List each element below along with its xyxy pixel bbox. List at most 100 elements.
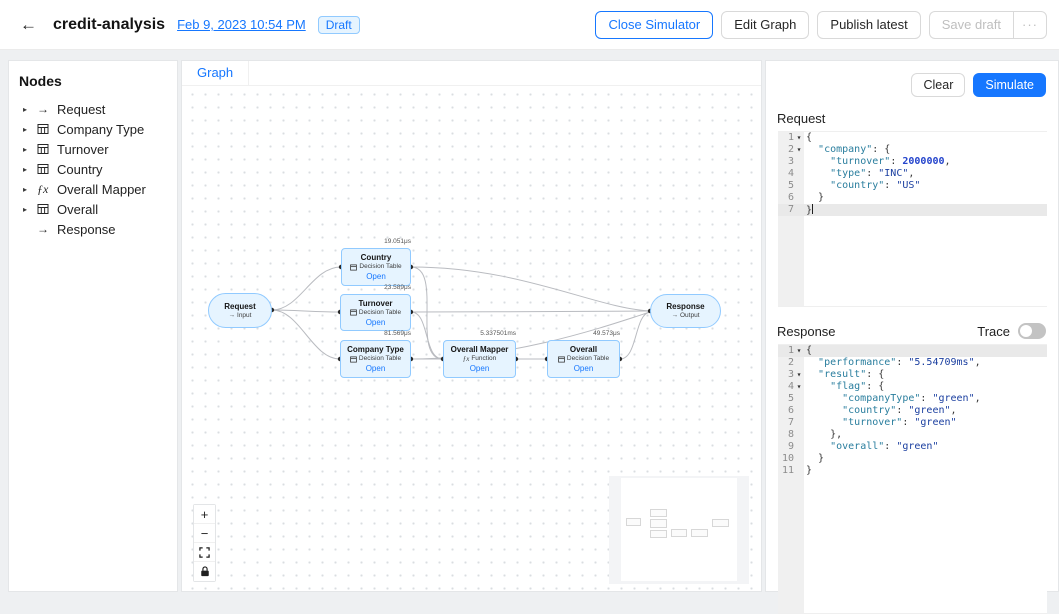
code-line[interactable]: 6 } [778, 192, 1047, 204]
trace-toggle[interactable] [1018, 323, 1046, 339]
sidebar-item-label: Overall [57, 202, 98, 217]
code-line[interactable]: 2 "performance": "5.54709ms", [778, 357, 1047, 369]
minimap-node [650, 519, 667, 528]
canvas-tabbar: Graph [182, 61, 761, 86]
decision-table-icon [350, 309, 357, 316]
trace-control: Trace [977, 323, 1046, 339]
minimap-node [626, 518, 641, 526]
sidebar-item-response[interactable]: → Response [9, 219, 177, 239]
sidebar-item-overall[interactable]: ▸ Overall [9, 199, 177, 219]
simulator-actions: Clear Simulate [766, 61, 1058, 97]
open-node-link[interactable]: Open [366, 364, 386, 373]
graph-node-country[interactable]: 19.051μs Country Decision Table Open [341, 248, 411, 286]
back-arrow-icon[interactable]: ← [14, 13, 43, 37]
code-line[interactable]: 7 "turnover": "green" [778, 417, 1047, 429]
node-subtitle: Input [237, 312, 251, 320]
zoom-in-button[interactable]: + [194, 505, 215, 524]
expand-caret-icon[interactable]: ▸ [23, 205, 37, 214]
code-line[interactable]: 3▾ "result": { [778, 369, 1047, 381]
close-simulator-button[interactable]: Close Simulator [595, 11, 713, 39]
sidebar-item-overall-mapper[interactable]: ▸ ƒx Overall Mapper [9, 179, 177, 199]
node-title: Company Type [347, 345, 404, 354]
status-badge: Draft [318, 16, 360, 34]
function-icon: ƒx [463, 355, 470, 363]
response-json-editor[interactable]: 1▾{2 "performance": "5.54709ms",3▾ "resu… [778, 344, 1047, 614]
code-line[interactable]: 1▾{ [778, 345, 1047, 357]
graph-node-response[interactable]: Response →Output [650, 294, 721, 328]
sidebar-item-label: Response [57, 222, 116, 237]
minimap-node [671, 529, 687, 537]
lock-button[interactable] [194, 562, 215, 581]
code-line[interactable]: 10 } [778, 453, 1047, 465]
simulate-button[interactable]: Simulate [973, 73, 1046, 97]
sidebar-item-turnover[interactable]: ▸ Turnover [9, 139, 177, 159]
graph-node-overall-mapper[interactable]: 5.337501ms Overall Mapper ƒxFunction Ope… [443, 340, 516, 378]
open-node-link[interactable]: Open [574, 364, 594, 373]
open-node-link[interactable]: Open [366, 318, 386, 327]
tab-graph[interactable]: Graph [182, 61, 249, 85]
open-node-link[interactable]: Open [470, 364, 490, 373]
timing-label: 23.589μs [384, 284, 411, 291]
code-line[interactable]: 8 }, [778, 429, 1047, 441]
graph-canvas[interactable]: Request →Input 19.051μs Country Decision… [182, 86, 761, 591]
toggle-knob [1020, 325, 1032, 337]
expand-caret-icon[interactable]: ▸ [23, 105, 37, 114]
code-line[interactable]: 2▾ "company": { [778, 144, 1047, 156]
timing-label: 19.051μs [384, 238, 411, 245]
expand-caret-icon[interactable]: ▸ [23, 185, 37, 194]
node-subtitle: Function [471, 355, 496, 363]
code-line[interactable]: 4▾ "flag": { [778, 381, 1047, 393]
zoom-out-button[interactable]: − [194, 524, 215, 543]
clear-button[interactable]: Clear [911, 73, 965, 97]
sidebar-item-country[interactable]: ▸ Country [9, 159, 177, 179]
node-title: Response [666, 302, 704, 311]
minimap-node [650, 509, 667, 517]
edit-graph-button[interactable]: Edit Graph [721, 11, 809, 39]
graph-node-company-type[interactable]: 81.569μs Company Type Decision Table Ope… [340, 340, 411, 378]
minimap[interactable] [609, 476, 749, 584]
expand-caret-icon[interactable]: ▸ [23, 125, 37, 134]
decision-table-icon [37, 163, 57, 175]
fit-view-button[interactable] [194, 543, 215, 562]
publish-latest-button[interactable]: Publish latest [817, 11, 920, 39]
graph-node-turnover[interactable]: 23.589μs Turnover Decision Table Open [340, 294, 411, 331]
request-json-editor[interactable]: 1▾{2▾ "company": {3 "turnover": 2000000,… [778, 131, 1047, 307]
code-line[interactable]: 5 "country": "US" [778, 180, 1047, 192]
sidebar-item-label: Overall Mapper [57, 182, 146, 197]
sidebar-title: Nodes [19, 73, 177, 89]
input-icon: → [229, 312, 236, 320]
node-subtitle: Decision Table [359, 309, 401, 317]
page-title: credit-analysis [53, 16, 165, 34]
node-title: Request [224, 302, 256, 311]
code-line[interactable]: 3 "turnover": 2000000, [778, 156, 1047, 168]
sidebar-item-label: Request [57, 102, 105, 117]
save-draft-button[interactable]: Save draft [929, 11, 1013, 39]
open-node-link[interactable]: Open [366, 272, 386, 281]
graph-node-request[interactable]: Request →Input [208, 293, 272, 328]
graph-canvas-panel: Graph [181, 60, 762, 592]
sidebar-item-company-type[interactable]: ▸ Company Type [9, 119, 177, 139]
decision-table-icon [37, 143, 57, 155]
node-subtitle: Decision Table [359, 263, 401, 271]
trace-label: Trace [977, 324, 1010, 339]
sidebar-item-label: Turnover [57, 142, 109, 157]
header-actions: Close Simulator Edit Graph Publish lates… [595, 11, 1047, 39]
simulator-panel: Clear Simulate Request 1▾{2▾ "company": … [765, 60, 1059, 592]
version-timestamp-link[interactable]: Feb 9, 2023 10:54 PM [177, 17, 306, 32]
sidebar-item-label: Country [57, 162, 103, 177]
code-line[interactable]: 11} [778, 465, 1047, 477]
expand-caret-icon[interactable]: ▸ [23, 165, 37, 174]
graph-node-overall[interactable]: 49.573μs Overall Decision Table Open [547, 340, 620, 378]
code-line[interactable]: 5 "companyType": "green", [778, 393, 1047, 405]
code-line[interactable]: 1▾{ [778, 132, 1047, 144]
code-line[interactable]: 7} [778, 204, 1047, 216]
code-line[interactable]: 6 "country": "green", [778, 405, 1047, 417]
timing-label: 5.337501ms [480, 330, 516, 337]
sidebar-item-request[interactable]: ▸ → Request [9, 99, 177, 119]
expand-caret-icon[interactable]: ▸ [23, 145, 37, 154]
code-line[interactable]: 9 "overall": "green" [778, 441, 1047, 453]
code-line[interactable]: 4 "type": "INC", [778, 168, 1047, 180]
node-subtitle: Decision Table [359, 355, 401, 363]
more-options-button[interactable]: ··· [1013, 11, 1047, 39]
decision-table-icon [37, 203, 57, 215]
